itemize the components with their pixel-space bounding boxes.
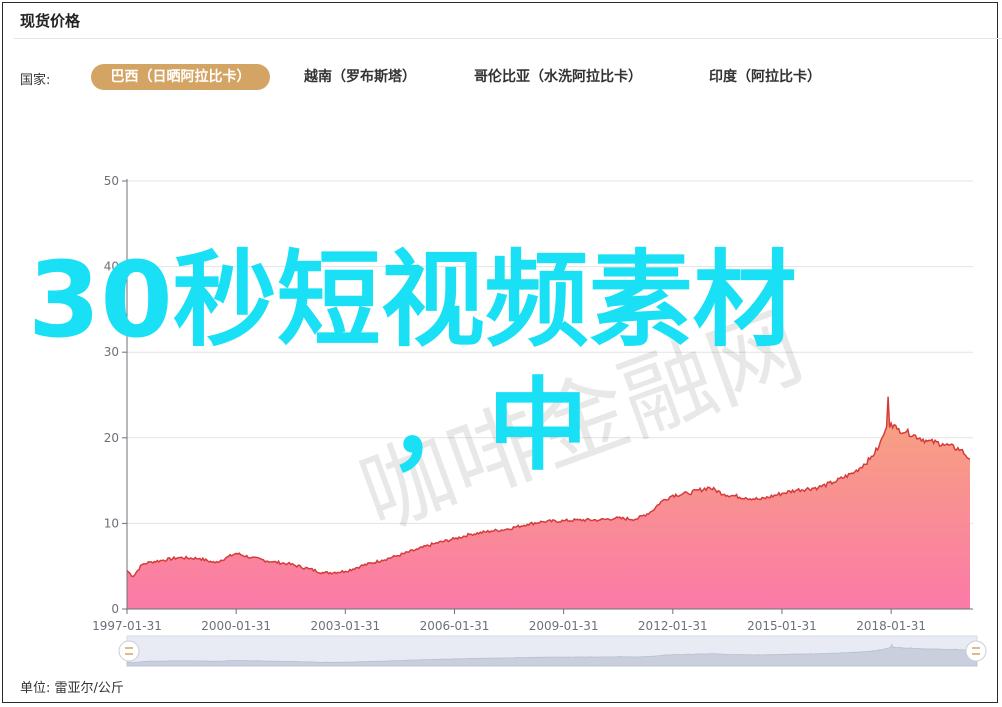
series-area-group: [127, 396, 971, 609]
price-chart: 0 10 20 30 40 50 1997-01-31 2000-01-31 2003-01-3…: [92, 174, 987, 667]
slider-handle-icon[interactable]: [965, 640, 987, 662]
x-tick-label: 2003-01-31: [310, 619, 380, 633]
y-tick-label: 40: [104, 260, 119, 274]
x-tick-label: 2012-01-31: [638, 619, 708, 633]
x-tick-label: 1997-01-31: [92, 619, 162, 633]
series-area: [127, 396, 970, 609]
y-tick-label: 10: [104, 516, 119, 530]
y-tick-label: 30: [104, 345, 119, 359]
x-tick-label: 2000-01-31: [201, 619, 271, 633]
slider-handle-icon[interactable]: [118, 640, 140, 662]
x-tick-label: 2015-01-31: [747, 619, 817, 633]
slider-handle-left[interactable]: [118, 640, 140, 662]
slider-handle-right[interactable]: [965, 640, 987, 662]
x-tick-label: 2009-01-31: [529, 619, 599, 633]
y-tick-label: 50: [104, 174, 119, 188]
y-tick-label: 20: [104, 431, 119, 445]
x-tick-label: 2018-01-31: [856, 619, 926, 633]
zoom-slider[interactable]: [118, 635, 987, 667]
unit-label: 单位: 雷亚尔/公斤: [20, 681, 124, 696]
x-tick-label: 2006-01-31: [420, 619, 490, 633]
y-tick-label: 0: [111, 602, 119, 616]
grid-lines: [127, 180, 973, 524]
